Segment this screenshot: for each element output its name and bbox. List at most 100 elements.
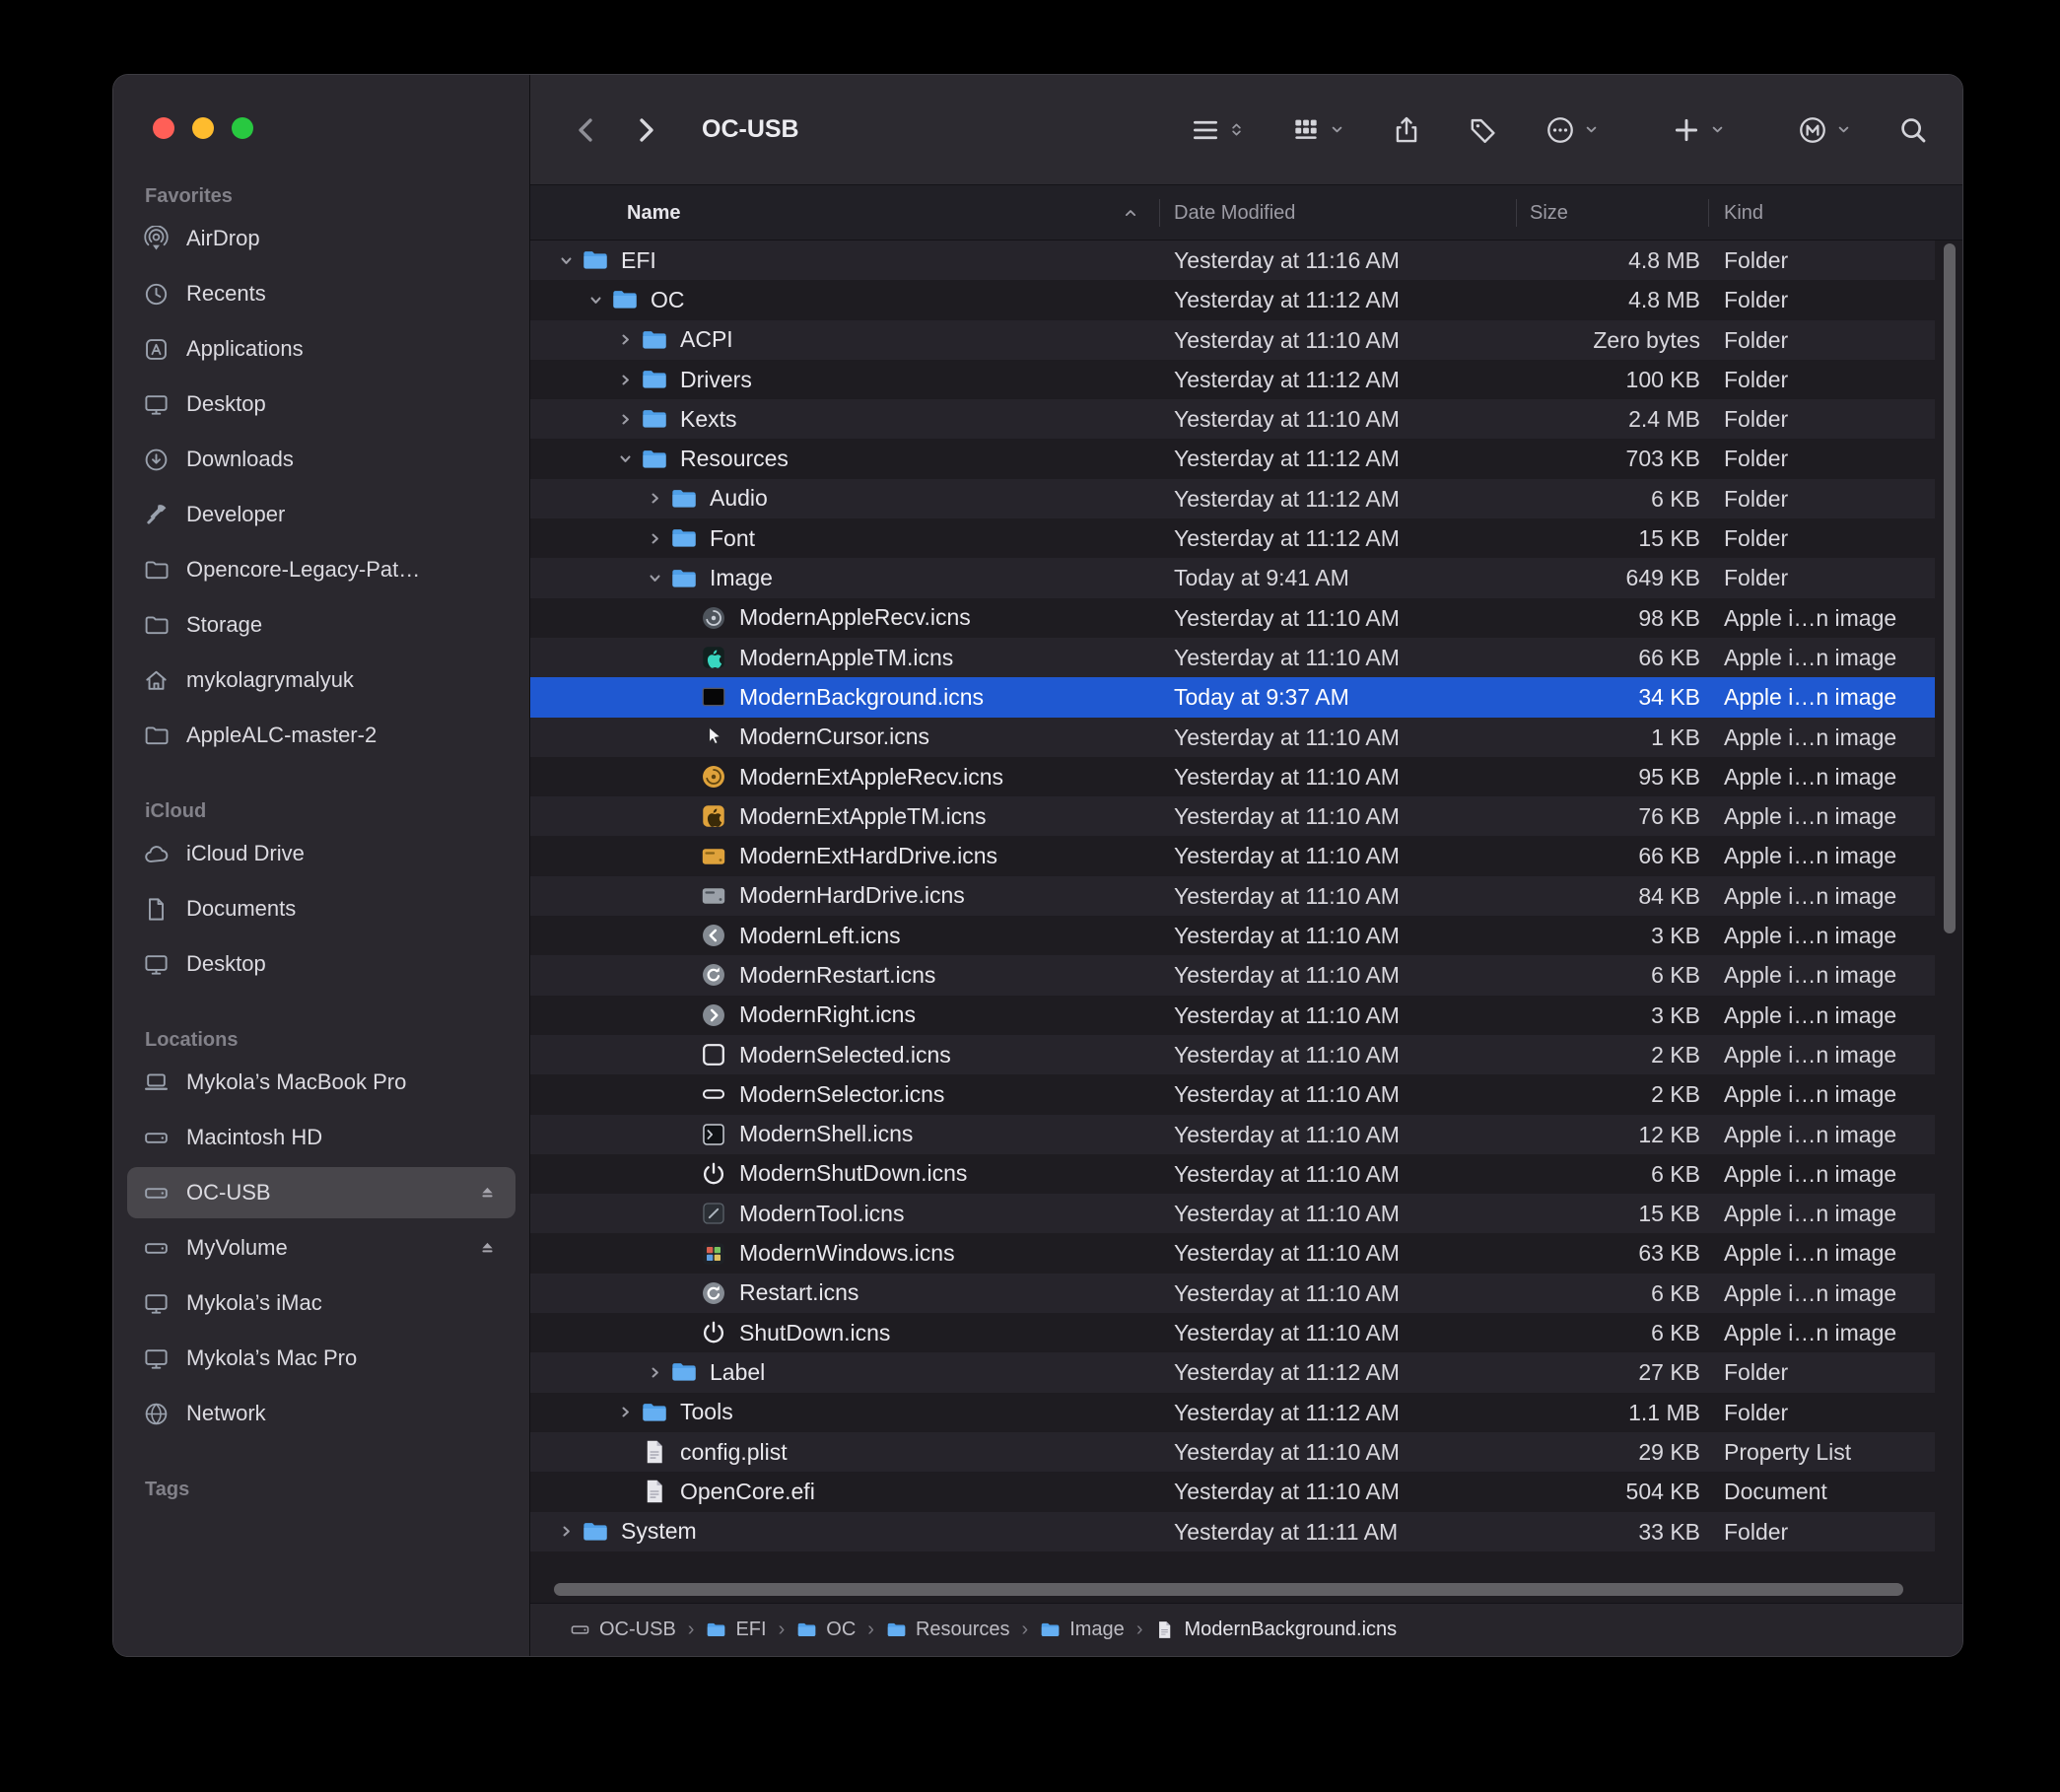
back-button[interactable] [570,113,603,147]
file-row-restart-icns[interactable]: Restart.icnsYesterday at 11:10 AM6 KBApp… [530,1274,1935,1313]
path-item-efi[interactable]: EFI [706,1619,766,1641]
file-row-label[interactable]: LabelYesterday at 11:12 AM27 KBFolder [530,1352,1935,1392]
path-item-oc[interactable]: OC [796,1619,856,1641]
search-button[interactable] [1897,114,1929,146]
forward-button[interactable] [629,113,662,147]
disclosure-open-icon[interactable] [552,241,580,280]
file-row-modernbackground-icns[interactable]: ModernBackground.icnsToday at 9:37 AM34 … [530,677,1935,717]
sidebar-item-icloud-drive[interactable]: iCloud Drive [127,828,515,879]
file-row-shutdown-icns[interactable]: ShutDown.icnsYesterday at 11:10 AM6 KBAp… [530,1313,1935,1352]
file-row-modernrestart-icns[interactable]: ModernRestart.icnsYesterday at 11:10 AM6… [530,955,1935,995]
disclosure-open-icon[interactable] [611,439,639,478]
sidebar-item-applications[interactable]: Applications [127,323,515,375]
eject-icon[interactable] [477,1238,498,1259]
disclosure-closed-icon[interactable] [611,1393,639,1432]
group-by-button[interactable] [1290,114,1345,146]
path-item-resources[interactable]: Resources [886,1619,1010,1641]
disclosure-spacer [670,1154,698,1194]
column-header-kind[interactable]: Kind [1724,185,1763,241]
more-actions-button[interactable] [1545,114,1600,146]
disclosure-open-icon[interactable] [641,558,668,597]
sidebar-item-opencore-legacy-pat[interactable]: Opencore-Legacy-Pat… [127,544,515,595]
file-name-cell: ModernExtHardDrive.icns [670,836,997,875]
sidebar-item-mykolagrymalyuk[interactable]: mykolagrymalyuk [127,655,515,706]
sidebar-item-mykola-s-mac-pro[interactable]: Mykola’s Mac Pro [127,1333,515,1384]
share-button[interactable] [1391,114,1422,146]
file-name-cell: Audio [641,479,768,518]
file-row-resources[interactable]: ResourcesYesterday at 11:12 AM703 KBFold… [530,439,1935,478]
file-row-modernextapplerecv-icns[interactable]: ModernExtAppleRecv.icnsYesterday at 11:1… [530,757,1935,796]
column-header-name[interactable]: Name [627,185,680,241]
file-row-system[interactable]: SystemYesterday at 11:11 AM33 KBFolder [530,1512,1935,1551]
file-row-tools[interactable]: ToolsYesterday at 11:12 AM1.1 MBFolder [530,1393,1935,1432]
file-row-drivers[interactable]: DriversYesterday at 11:12 AM100 KBFolder [530,360,1935,399]
sidebar-item-recents[interactable]: Recents [127,268,515,319]
tags-button[interactable] [1468,114,1499,146]
file-row-audio[interactable]: AudioYesterday at 11:12 AM6 KBFolder [530,479,1935,518]
file-row-modernshutdown-icns[interactable]: ModernShutDown.icnsYesterday at 11:10 AM… [530,1154,1935,1194]
account-button[interactable] [1797,114,1852,146]
file-row-modernappletm-icns[interactable]: ModernAppleTM.icnsYesterday at 11:10 AM6… [530,638,1935,677]
sidebar-item-developer[interactable]: Developer [127,489,515,540]
disclosure-closed-icon[interactable] [611,360,639,399]
file-row-moderncursor-icns[interactable]: ModernCursor.icnsYesterday at 11:10 AM1 … [530,718,1935,757]
file-row-modernextappletm-icns[interactable]: ModernExtAppleTM.icnsYesterday at 11:10 … [530,796,1935,836]
file-row-modernleft-icns[interactable]: ModernLeft.icnsYesterday at 11:10 AM3 KB… [530,916,1935,955]
file-row-oc[interactable]: OCYesterday at 11:12 AM4.8 MBFolder [530,280,1935,319]
disclosure-closed-icon[interactable] [641,479,668,518]
file-row-kexts[interactable]: KextsYesterday at 11:10 AM2.4 MBFolder [530,399,1935,439]
file-row-acpi[interactable]: ACPIYesterday at 11:10 AMZero bytesFolde… [530,320,1935,360]
file-row-image[interactable]: ImageToday at 9:41 AM649 KBFolder [530,558,1935,597]
sidebar-item-desktop[interactable]: Desktop [127,379,515,430]
file-row-modernselector-icns[interactable]: ModernSelector.icnsYesterday at 11:10 AM… [530,1074,1935,1114]
drive-icon [143,1180,170,1206]
path-item-modernbackground-icns[interactable]: ModernBackground.icns [1154,1619,1397,1641]
doc-icon [1154,1620,1175,1640]
file-row-efi[interactable]: EFIYesterday at 11:16 AM4.8 MBFolder [530,241,1935,280]
eject-icon[interactable] [477,1183,498,1204]
file-row-modernextharddrive-icns[interactable]: ModernExtHardDrive.icnsYesterday at 11:1… [530,836,1935,875]
sidebar-item-oc-usb[interactable]: OC-USB [127,1167,515,1218]
file-row-modernright-icns[interactable]: ModernRight.icnsYesterday at 11:10 AM3 K… [530,996,1935,1035]
sidebar-item-airdrop[interactable]: AirDrop [127,213,515,264]
column-header-size[interactable]: Size [1530,185,1568,241]
sidebar-item-storage[interactable]: Storage [127,599,515,651]
path-item-label: ModernBackground.icns [1184,1619,1397,1641]
sidebar-item-documents[interactable]: Documents [127,883,515,934]
close-button[interactable] [153,117,174,139]
file-row-moderntool-icns[interactable]: ModernTool.icnsYesterday at 11:10 AM15 K… [530,1194,1935,1233]
sidebar-item-network[interactable]: Network [127,1388,515,1439]
horizontal-scrollbar[interactable] [554,1583,1903,1596]
disclosure-spacer [611,1472,639,1511]
file-date-modified: Yesterday at 11:10 AM [1174,320,1400,360]
sidebar-item-applealc-master-2[interactable]: AppleALC-master-2 [127,710,515,761]
file-row-font[interactable]: FontYesterday at 11:12 AM15 KBFolder [530,518,1935,558]
file-row-modernharddrive-icns[interactable]: ModernHardDrive.icnsYesterday at 11:10 A… [530,876,1935,916]
new-item-button[interactable] [1671,114,1726,146]
file-row-opencore-efi[interactable]: OpenCore.efiYesterday at 11:10 AM504 KBD… [530,1472,1935,1511]
vertical-scrollbar[interactable] [1944,243,1956,933]
sidebar-item-downloads[interactable]: Downloads [127,434,515,485]
disclosure-closed-icon[interactable] [611,399,639,439]
disclosure-closed-icon[interactable] [641,518,668,558]
sidebar-item-desktop[interactable]: Desktop [127,938,515,990]
sidebar-item-mykola-s-imac[interactable]: Mykola’s iMac [127,1277,515,1329]
disclosure-closed-icon[interactable] [611,320,639,360]
minimize-button[interactable] [192,117,214,139]
view-mode-button[interactable] [1190,114,1245,146]
disclosure-closed-icon[interactable] [641,1352,668,1392]
disclosure-closed-icon[interactable] [552,1512,580,1551]
sidebar-item-mykola-s-macbook-pro[interactable]: Mykola’s MacBook Pro [127,1057,515,1108]
file-row-modernshell-icns[interactable]: ModernShell.icnsYesterday at 11:10 AM12 … [530,1115,1935,1154]
disclosure-open-icon[interactable] [582,280,609,319]
sidebar-item-macintosh-hd[interactable]: Macintosh HD [127,1112,515,1163]
file-row-modernapplerecv-icns[interactable]: ModernAppleRecv.icnsYesterday at 11:10 A… [530,598,1935,638]
path-item-oc-usb[interactable]: OC-USB [570,1619,676,1641]
path-item-image[interactable]: Image [1040,1619,1125,1641]
zoom-button[interactable] [232,117,253,139]
file-row-config-plist[interactable]: config.plistYesterday at 11:10 AM29 KBPr… [530,1432,1935,1472]
file-row-modernwindows-icns[interactable]: ModernWindows.icnsYesterday at 11:10 AM6… [530,1233,1935,1273]
sidebar-item-myvolume[interactable]: MyVolume [127,1222,515,1274]
file-row-modernselected-icns[interactable]: ModernSelected.icnsYesterday at 11:10 AM… [530,1035,1935,1074]
column-header-date-modified[interactable]: Date Modified [1174,185,1295,241]
